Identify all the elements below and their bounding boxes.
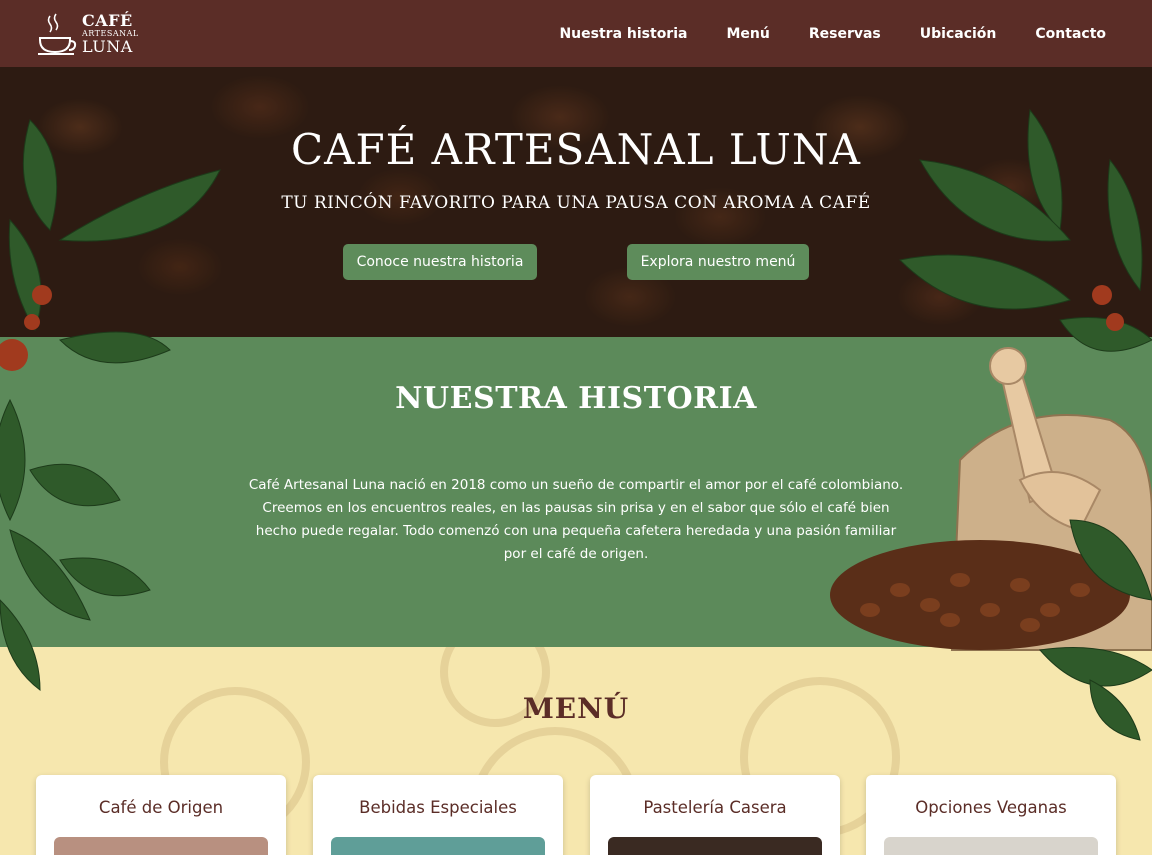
menu-card-image bbox=[884, 837, 1098, 855]
menu-card[interactable]: Café de Origen bbox=[36, 775, 286, 855]
logo[interactable]: CAFÉ ARTESANAL LUNA bbox=[36, 12, 139, 56]
menu-card[interactable]: Opciones Veganas bbox=[866, 775, 1116, 855]
navbar: CAFÉ ARTESANAL LUNA Nuestra historia Men… bbox=[0, 0, 1152, 67]
story-button[interactable]: Conoce nuestra historia bbox=[343, 244, 537, 280]
explore-menu-button[interactable]: Explora nuestro menú bbox=[627, 244, 809, 280]
nav-link-ubicacion[interactable]: Ubicación bbox=[920, 26, 997, 42]
logo-line-1: CAFÉ bbox=[82, 10, 133, 30]
historia-text: Café Artesanal Luna nació en 2018 como u… bbox=[248, 477, 904, 562]
menu-title: MENÚ bbox=[522, 692, 630, 725]
hero-title: CAFÉ ARTESANAL LUNA bbox=[290, 125, 861, 174]
menu-card-title: Pastelería Casera bbox=[643, 798, 787, 817]
menu-card[interactable]: Pastelería Casera bbox=[590, 775, 840, 855]
historia-section: NUESTRA HISTORIA Café Artesanal Luna nac… bbox=[0, 337, 1152, 647]
menu-card[interactable]: Bebidas Especiales bbox=[313, 775, 563, 855]
hero-section: CAFÉ ARTESANAL LUNA TU RINCÓN FAVORITO P… bbox=[0, 67, 1152, 337]
menu-card-title: Café de Origen bbox=[98, 798, 224, 817]
menu-card-image bbox=[608, 837, 822, 855]
nav-link-contacto[interactable]: Contacto bbox=[1035, 26, 1106, 42]
menu-card-image bbox=[331, 837, 545, 855]
nav-link-historia[interactable]: Nuestra historia bbox=[559, 26, 687, 42]
historia-title: NUESTRA HISTORIA bbox=[395, 381, 757, 416]
menu-section: MENÚ Café de Origen Bebidas Especiales P… bbox=[0, 647, 1152, 855]
logo-text: CAFÉ ARTESANAL LUNA bbox=[82, 10, 139, 56]
nav-link-reservas[interactable]: Reservas bbox=[809, 26, 881, 42]
main-nav: Nuestra historia Menú Reservas Ubicación… bbox=[559, 26, 1106, 42]
logo-line-3: LUNA bbox=[82, 36, 133, 56]
hero-subtitle: TU RINCÓN FAVORITO PARA UNA PAUSA CON AR… bbox=[281, 193, 871, 213]
hero-content: CAFÉ ARTESANAL LUNA TU RINCÓN FAVORITO P… bbox=[0, 67, 1152, 337]
menu-card-image bbox=[54, 837, 268, 855]
nav-link-menu[interactable]: Menú bbox=[726, 26, 769, 42]
coffee-cup-icon bbox=[38, 13, 77, 55]
menu-card-title: Bebidas Especiales bbox=[359, 798, 517, 817]
menu-card-title: Opciones Veganas bbox=[915, 798, 1067, 817]
